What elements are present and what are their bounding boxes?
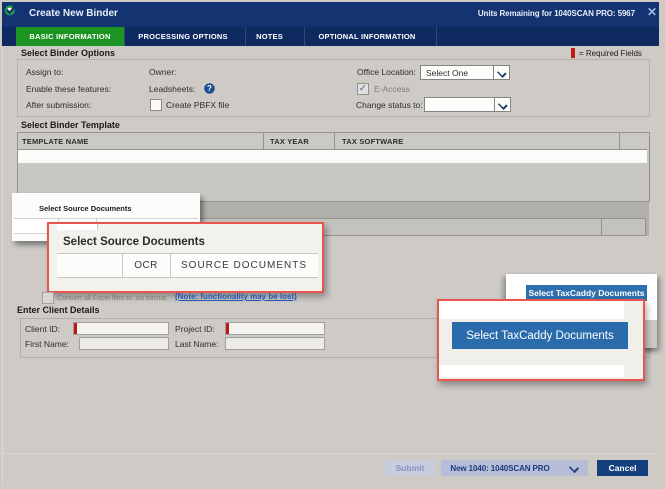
svg-text:?: ? xyxy=(207,84,212,93)
